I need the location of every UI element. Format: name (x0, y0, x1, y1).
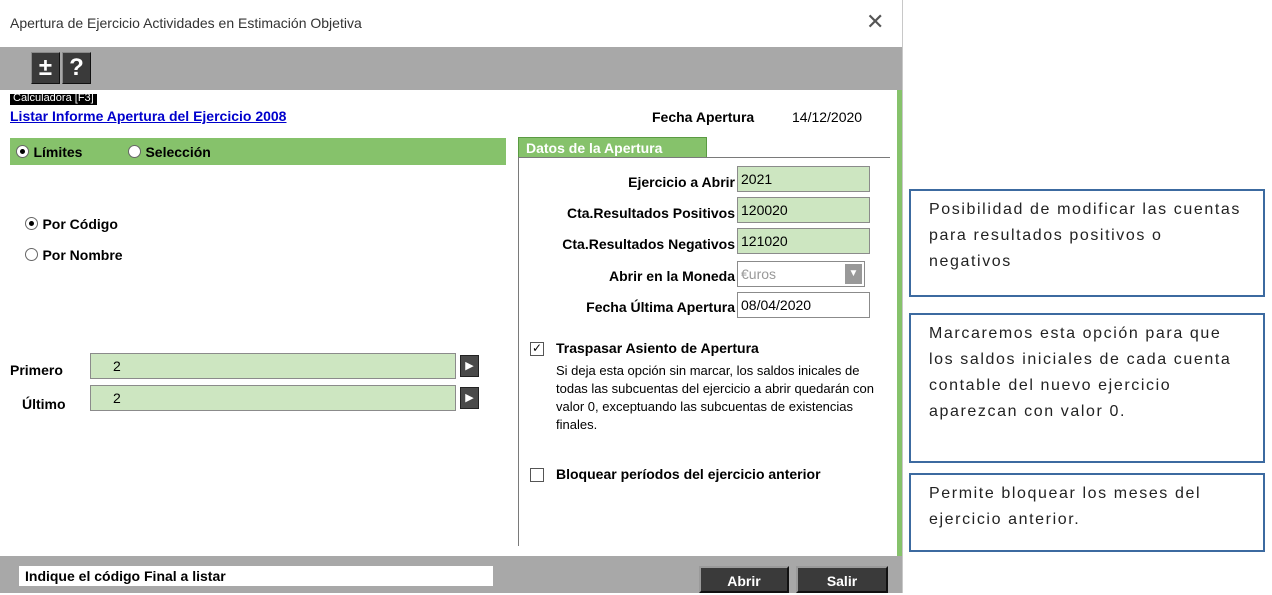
traspasar-checkbox[interactable]: ✓ (530, 342, 544, 356)
negativos-field[interactable]: 121020 (737, 228, 870, 254)
status-message: Indique el código Final a listar (19, 566, 493, 586)
dropdown-arrow-icon[interactable]: ▼ (845, 264, 862, 284)
radio-limites[interactable]: Límites (16, 143, 82, 161)
dialog-window: Apertura de Ejercicio Actividades en Est… (0, 0, 903, 593)
moneda-label: Abrir en la Moneda (608, 268, 735, 284)
right-accent-strip (897, 90, 902, 593)
moneda-select[interactable]: €uros ▼ (737, 261, 865, 287)
tab-datos-apertura[interactable]: Datos de la Apertura (518, 137, 707, 157)
ultima-apertura-label: Fecha Última Apertura (586, 299, 735, 315)
radio-selected-icon (25, 217, 38, 231)
traspasar-description: Si deja esta opción sin marcar, los sald… (556, 363, 874, 432)
plusminus-button[interactable]: ± (31, 52, 60, 84)
primero-field[interactable]: 2 (90, 353, 456, 379)
traspasar-label: Traspasar Asiento de Apertura (556, 340, 759, 356)
report-link[interactable]: Listar Informe Apertura del Ejercicio 20… (10, 108, 286, 124)
ejercicio-label: Ejercicio a Abrir (628, 174, 735, 190)
fecha-apertura-value: 14/12/2020 (792, 109, 863, 125)
callout-traspasar: Marcaremos esta opción para que los sald… (909, 313, 1265, 463)
mode-bar: Límites Selección (10, 138, 506, 165)
radio-por-nombre[interactable]: Por Nombre (25, 246, 123, 264)
toolbar: ± ? (0, 47, 902, 90)
primero-lookup-arrow-icon[interactable]: ▶ (460, 355, 479, 377)
salir-button[interactable]: Salir (796, 566, 888, 593)
bloquear-label: Bloquear períodos del ejercicio anterior (556, 466, 821, 482)
radio-icon (25, 248, 38, 262)
ultimo-lookup-arrow-icon[interactable]: ▶ (460, 387, 479, 409)
ejercicio-field[interactable]: 2021 (737, 166, 870, 192)
title-bar: Apertura de Ejercicio Actividades en Est… (0, 0, 902, 47)
radio-por-codigo[interactable]: Por Código (25, 215, 118, 233)
fecha-apertura-label: Fecha Apertura (652, 109, 755, 125)
bloquear-checkbox[interactable] (530, 468, 544, 482)
callout-cuentas: Posibilidad de modificar las cuentas par… (909, 189, 1265, 297)
positivos-field[interactable]: 120020 (737, 197, 870, 223)
primero-label: Primero (10, 362, 63, 378)
help-button[interactable]: ? (62, 52, 91, 84)
ultimo-label: Último (22, 396, 66, 412)
ultimo-field[interactable]: 2 (90, 385, 456, 411)
radio-seleccion[interactable]: Selección (128, 143, 211, 161)
negativos-label: Cta.Resultados Negativos (562, 236, 735, 252)
positivos-label: Cta.Resultados Positivos (566, 205, 735, 221)
radio-selected-icon (16, 145, 29, 159)
calculator-tooltip: Calculadora [F3] (10, 94, 97, 105)
radio-icon (128, 145, 141, 159)
window-title: Apertura de Ejercicio Actividades en Est… (10, 15, 362, 31)
abrir-button[interactable]: Abrir (699, 566, 789, 593)
callout-bloquear: Permite bloquear los meses del ejercicio… (909, 473, 1265, 552)
ultima-apertura-field[interactable]: 08/04/2020 (737, 292, 870, 318)
close-icon[interactable]: ✕ (866, 10, 884, 34)
